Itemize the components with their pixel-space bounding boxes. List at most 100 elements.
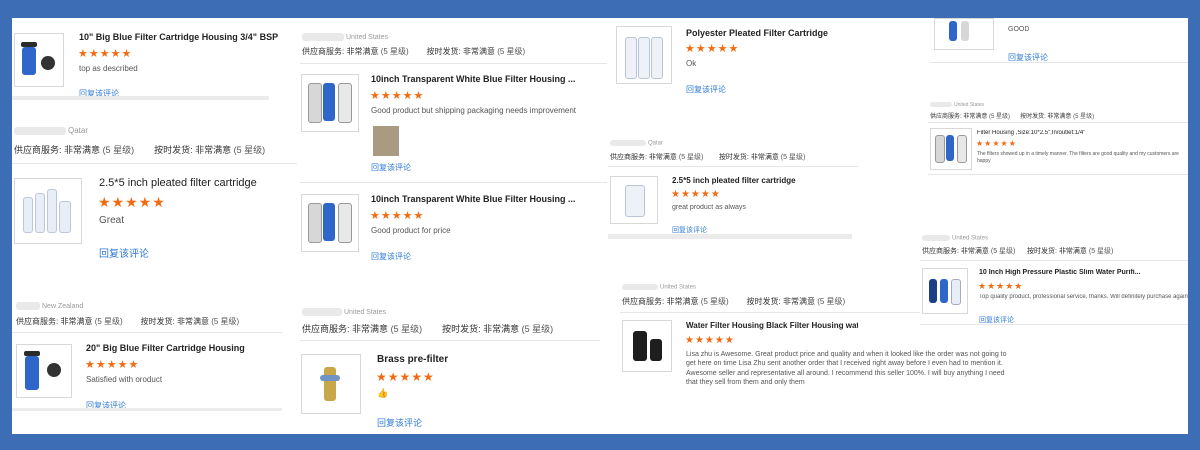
rating-stars: ★★★★★ (370, 210, 425, 222)
rating-stars: ★★★★★ (78, 48, 133, 60)
supplier-service-value: 非常满意 (346, 47, 379, 56)
supplier-service-value: 非常满意 (64, 145, 101, 155)
rating-meta-row: 供应商服务: 非常满意 (5 星级) 按时发货: 非常满意 (5 星级) (610, 152, 805, 162)
supplier-service-label: 供应商服务: (922, 248, 959, 255)
on-time-label: 按时发货: (154, 145, 193, 155)
rating-meta-row: 供应商服务: 非常满意 (5 星级) 按时发货: 非常满意 (5 星级) (622, 296, 845, 307)
review-text: Great (99, 215, 125, 226)
product-thumbnail[interactable] (930, 128, 972, 170)
rating-meta-row: 供应商服务: 非常满意 (5 星级) 按时发货: 非常满意 (5 星级) (302, 46, 525, 57)
reply-link[interactable]: 回复该评论 (371, 251, 411, 262)
country-name: Qatar (648, 140, 664, 147)
country-name: New Zealand (42, 302, 84, 310)
product-title[interactable]: 10 Inch High Pressure Plastic Slim Water… (979, 269, 1141, 276)
on-time-label: 按时发货: (746, 297, 781, 306)
product-thumbnail[interactable] (934, 18, 994, 50)
reply-link[interactable]: 回复该评论 (686, 84, 726, 95)
level-badge: (5 星级) (990, 248, 1016, 255)
rating-stars: ★★★★★ (671, 189, 721, 200)
divider (608, 234, 852, 239)
rating-meta-row: 供应商服务: 非常满意 (5 星级) 按时发货: 非常满意 (5 星级) (922, 246, 1113, 256)
reply-link[interactable]: 回复该评论 (99, 245, 149, 260)
product-title[interactable]: 2.5*5 inch pleated filter cartridge (99, 177, 257, 189)
product-title[interactable]: Filter Housing ,Size:10*2.5",In/outlet:1… (977, 130, 1085, 136)
reply-link[interactable]: 回复该评论 (371, 162, 411, 173)
level-badge: (5 星级) (817, 297, 846, 306)
level-badge: (5 星级) (700, 297, 729, 306)
divider (608, 166, 858, 167)
product-thumbnail[interactable] (922, 268, 968, 314)
country-name: United States (954, 102, 985, 108)
buyer-country: Qatar (610, 140, 663, 147)
review-text: Good product for price (371, 226, 451, 235)
on-time-value: 非常满意 (1058, 248, 1087, 255)
supplier-service-value: 非常满意 (648, 154, 677, 161)
buyer-country: New Zealand (16, 302, 83, 310)
on-time-label: 按时发货: (426, 47, 461, 56)
divider (12, 96, 269, 100)
product-title[interactable]: Water Filter Housing Black Filter Housin… (686, 321, 858, 330)
product-thumbnail[interactable] (610, 176, 658, 224)
review-text: great product as always (672, 204, 746, 211)
divider (12, 408, 282, 411)
buyer-country: United States (302, 308, 386, 316)
on-time-label: 按时发货: (442, 324, 481, 334)
review-text: Top quality product, professional servic… (979, 294, 1188, 300)
product-thumbnail[interactable] (14, 178, 82, 244)
product-thumbnail[interactable] (616, 26, 672, 84)
product-thumbnail[interactable] (622, 320, 672, 372)
product-thumbnail[interactable] (16, 344, 72, 398)
rating-meta-row: 供应商服务: 非常满意 (5 星级) 按时发货: 非常满意 (5 星级) (930, 111, 1094, 120)
divider (928, 122, 1188, 123)
on-time-label: 按时发货: (1027, 248, 1057, 255)
level-badge: (5 星级) (678, 154, 704, 161)
level-badge: (5 星级) (380, 47, 409, 56)
product-title[interactable]: Brass pre-filter (377, 354, 448, 365)
divider (930, 62, 1188, 63)
divider (12, 163, 297, 164)
on-time-label: 按时发货: (1020, 114, 1046, 120)
level-badge: (5 星级) (211, 317, 240, 326)
review-photo[interactable] (373, 126, 399, 156)
buyer-country: Qatar (14, 126, 88, 135)
on-time-value: 非常满意 (195, 145, 232, 155)
buyer-country: United States (922, 235, 988, 242)
product-thumbnail[interactable] (301, 74, 359, 132)
product-thumbnail[interactable] (301, 354, 361, 414)
review-text: GOOD (1008, 26, 1030, 33)
review-collage: 10" Big Blue Filter Cartridge Housing 3/… (12, 18, 1188, 434)
on-time-label: 按时发货: (718, 154, 749, 161)
level-badge: (5 星级) (497, 47, 526, 56)
product-thumbnail[interactable] (14, 33, 64, 87)
level-badge: (5 星级) (94, 317, 123, 326)
supplier-service-label: 供应商服务: (16, 317, 59, 326)
review-text: Lisa zhu is Awesome. Great product price… (686, 351, 1007, 387)
product-thumbnail[interactable] (301, 194, 359, 252)
supplier-service-label: 供应商服务: (610, 154, 647, 161)
review-text: top as described (79, 64, 138, 73)
country-name: Qatar (68, 126, 89, 135)
level-badge: (5 星级) (390, 324, 423, 334)
on-time-value: 非常满意 (176, 317, 209, 326)
product-title[interactable]: 2.5*5 inch pleated filter cartridge (672, 176, 796, 185)
rating-meta-row: 供应商服务: 非常满意 (5 星级) 按时发货: 非常满意 (5 星级) (14, 143, 265, 156)
product-title[interactable]: 10inch Transparent White Blue Filter Hou… (371, 194, 576, 204)
level-badge: (5 星级) (989, 114, 1011, 120)
product-title[interactable]: 10inch Transparent White Blue Filter Hou… (371, 74, 576, 84)
level-badge: (5 星级) (1073, 114, 1095, 120)
product-title[interactable]: 20" Big Blue Filter Cartridge Housing (86, 343, 245, 353)
product-title[interactable]: Polyester Pleated Filter Cartridge (686, 28, 828, 38)
reply-link[interactable]: 回复该评论 (377, 416, 422, 429)
buyer-country: United States (302, 33, 388, 41)
product-title[interactable]: 10" Big Blue Filter Cartridge Housing 3/… (79, 32, 279, 42)
divider (920, 260, 1188, 261)
on-time-value: 非常满意 (1047, 114, 1072, 120)
rating-stars: ★★★★★ (685, 43, 740, 55)
level-badge: (5 星级) (521, 324, 554, 334)
country-name: United States (952, 235, 989, 242)
supplier-service-label: 供应商服务: (930, 114, 962, 120)
review-text: The filters showed up in a timely manner… (977, 151, 1179, 164)
level-badge: (5 星级) (1088, 248, 1114, 255)
rating-stars: ★★★★★ (976, 139, 1017, 148)
rating-stars: ★★★★★ (376, 370, 435, 384)
